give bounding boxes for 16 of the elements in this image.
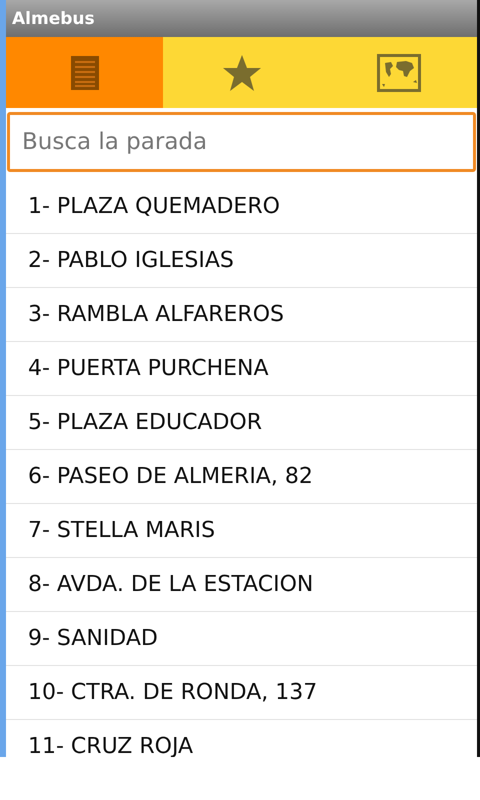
window-title: Almebus xyxy=(12,8,95,28)
stop-item[interactable]: 3- RAMBLA ALFAREROS xyxy=(6,288,477,342)
star-icon xyxy=(222,54,260,90)
list-icon xyxy=(70,56,98,90)
stop-item[interactable]: 7- STELLA MARIS xyxy=(6,504,477,558)
map-icon xyxy=(376,54,420,92)
stop-item[interactable]: 10- CTRA. DE RONDA, 137 xyxy=(6,666,477,720)
stop-item[interactable]: 6- PASEO DE ALMERIA, 82 xyxy=(6,450,477,504)
tab[interactable] xyxy=(6,37,163,108)
stop-item[interactable]: 1- PLAZA QUEMADERO xyxy=(6,180,477,234)
stop-item[interactable]: 9- SANIDAD xyxy=(6,612,477,666)
stop-item[interactable]: 5- PLAZA EDUCADOR xyxy=(6,396,477,450)
search-field[interactable]: Busca la parada xyxy=(7,112,476,172)
stop-item[interactable]: 2- PABLO IGLESIAS xyxy=(6,234,477,288)
stop-item[interactable]: 8- AVDA. DE LA ESTACION xyxy=(6,558,477,612)
stop-item[interactable]: 4- PUERTA PURCHENA xyxy=(6,342,477,396)
